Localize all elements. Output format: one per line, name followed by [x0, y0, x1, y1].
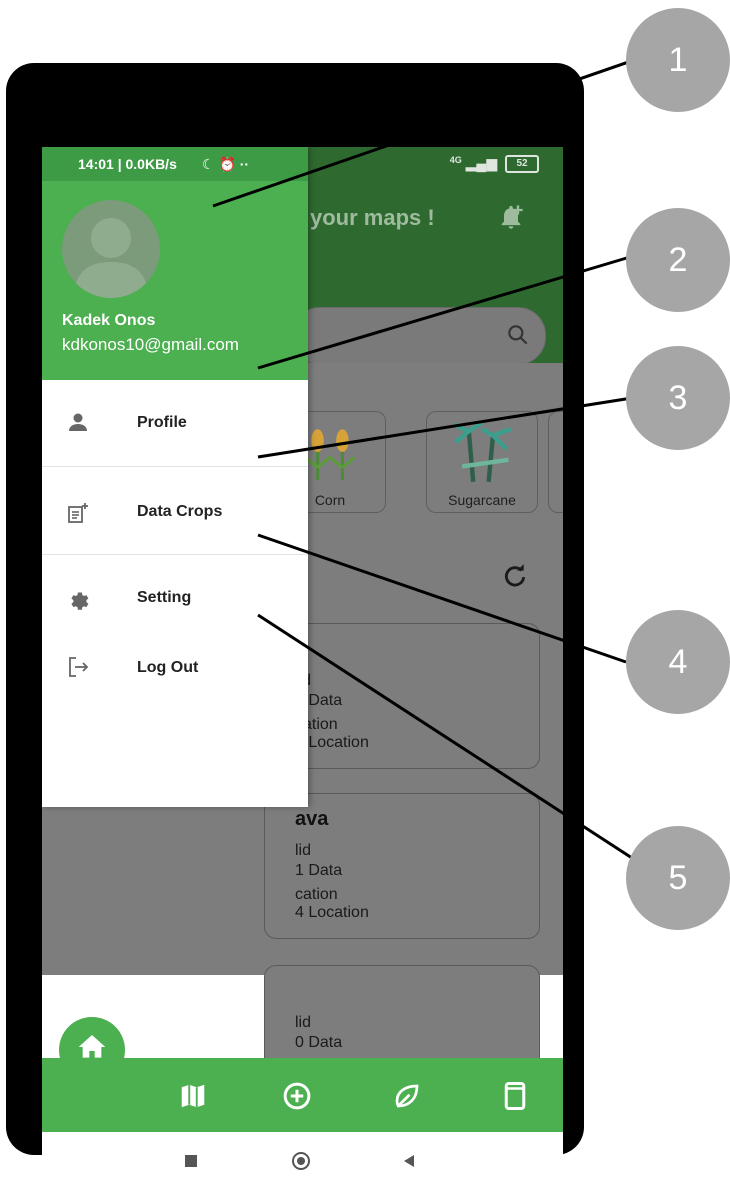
callout-1: 1 — [626, 8, 730, 112]
callout-4: 4 — [626, 610, 730, 714]
callout-line-3 — [257, 396, 633, 459]
callout-line-5 — [257, 613, 633, 860]
callout-line-2 — [257, 255, 631, 370]
callout-3: 3 — [626, 346, 730, 450]
callout-lines — [212, 56, 641, 860]
callout-2: 2 — [626, 208, 730, 312]
callout-line-1 — [212, 56, 641, 208]
callout-line-4 — [257, 533, 627, 664]
callout-5: 5 — [626, 826, 730, 930]
